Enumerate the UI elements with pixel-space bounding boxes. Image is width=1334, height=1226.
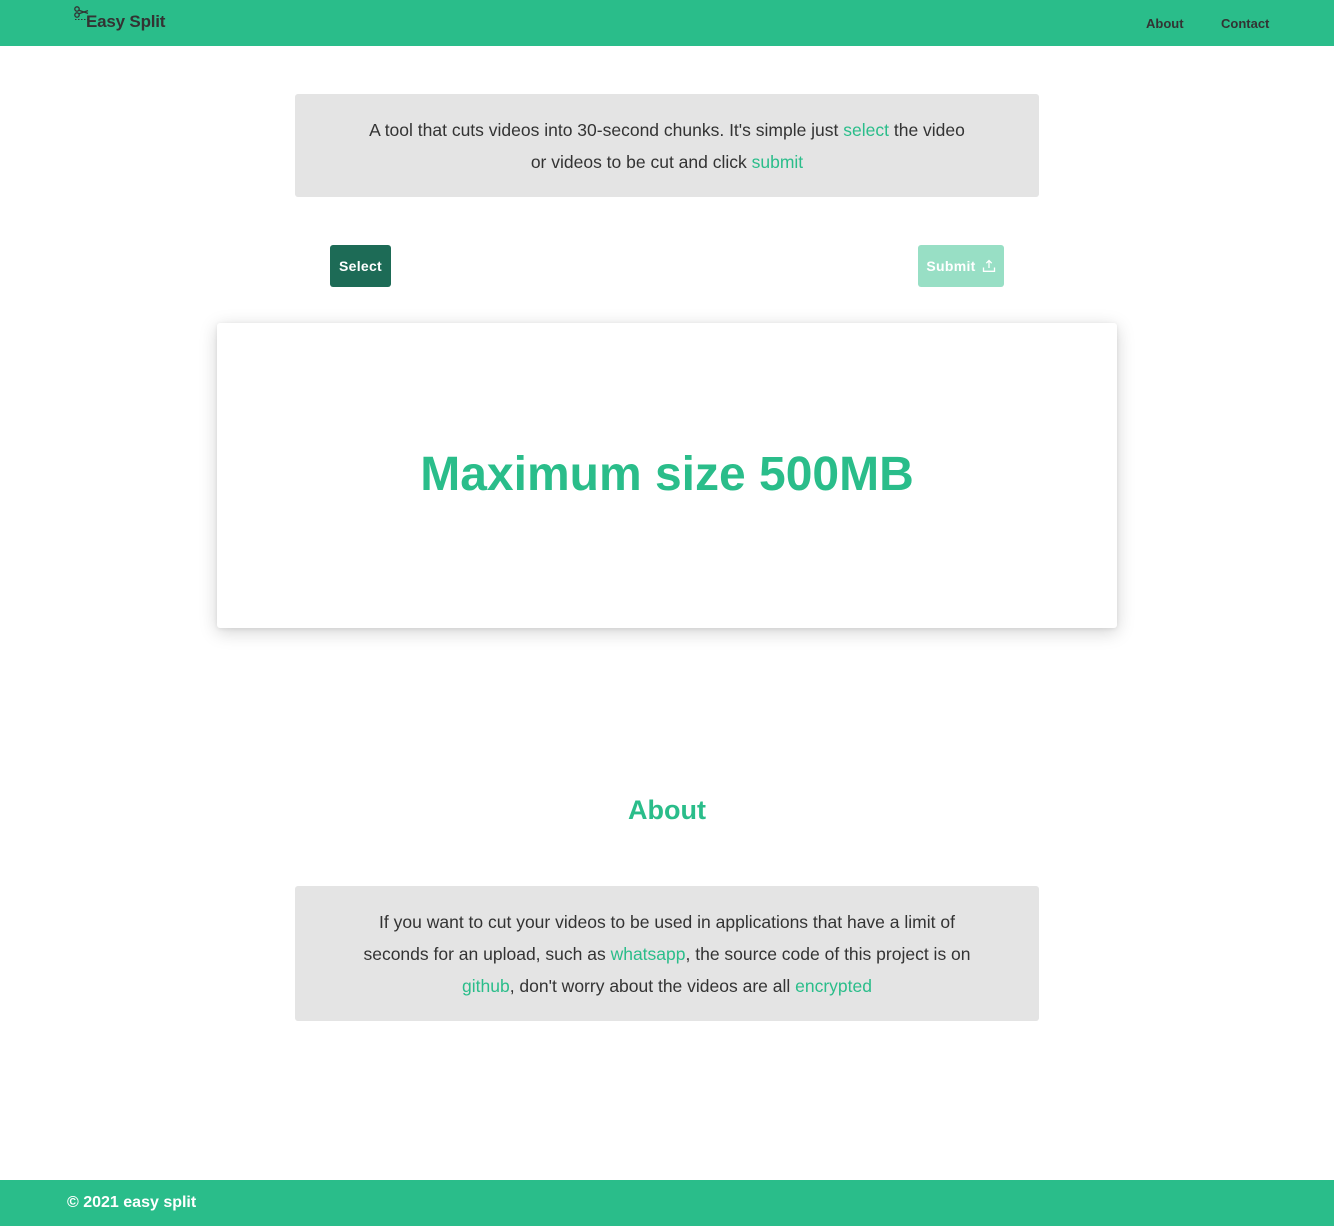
whatsapp-link[interactable]: whatsapp (611, 944, 686, 964)
top-navbar: Easy Split About Contact (0, 0, 1334, 46)
select-button[interactable]: Select (330, 245, 391, 287)
encrypted-link[interactable]: encrypted (795, 976, 872, 996)
submit-button-label: Submit (926, 258, 976, 274)
nav-contact-link[interactable]: Contact (1221, 16, 1269, 31)
intro-submit-highlight: submit (751, 151, 804, 172)
about-text-part: , the source code of this project is on (685, 943, 971, 964)
max-size-notice: Maximum size 500MB (420, 448, 914, 501)
about-text-part: , don't worry about the videos are all (509, 975, 796, 996)
video-drop-area[interactable]: Maximum size 500MB (217, 323, 1117, 628)
page: Easy Split About Contact A tool that cut… (0, 0, 1334, 1226)
github-link[interactable]: github (462, 976, 510, 996)
about-heading: About (628, 795, 706, 825)
intro-text-part: A tool that cuts videos into 30-second c… (369, 119, 844, 140)
about-description-box: If you want to cut your videos to be use… (295, 886, 1039, 1021)
about-description: If you want to cut your videos to be use… (355, 906, 979, 1002)
copyright-text: © 2021 easy split (67, 1194, 197, 1211)
footer: © 2021 easy split (0, 1180, 1334, 1226)
submit-button[interactable]: Submit (918, 245, 1004, 287)
intro-select-highlight: select (843, 119, 889, 140)
upload-icon (982, 259, 995, 272)
nav-about-link[interactable]: About (1146, 16, 1184, 31)
intro-description: A tool that cuts videos into 30-second c… (359, 114, 975, 178)
brand-name: Easy Split (86, 12, 166, 31)
intro-description-box: A tool that cuts videos into 30-second c… (295, 94, 1039, 197)
brand-logo-link[interactable]: Easy Split (72, 4, 165, 38)
